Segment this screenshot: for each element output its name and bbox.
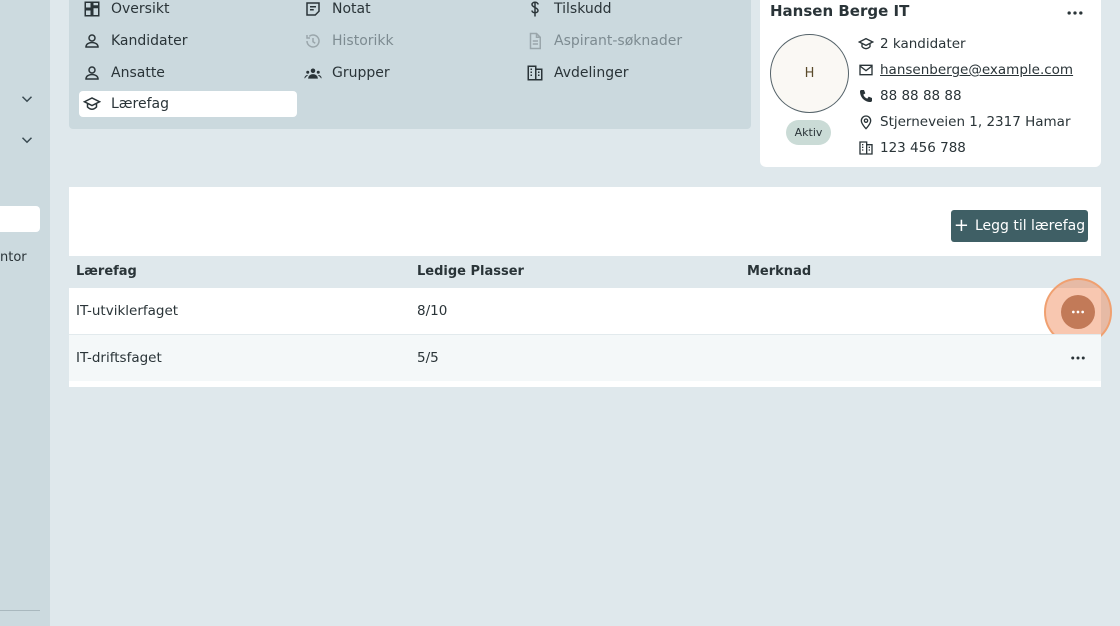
- sidebar-item-label[interactable]: ntor: [0, 250, 27, 265]
- nav-item-label: Kandidater: [111, 33, 188, 49]
- avatar: H: [770, 34, 849, 113]
- person-icon: [85, 66, 99, 80]
- nav-item-label: Grupper: [332, 65, 390, 81]
- nav-item-avdelinger[interactable]: Avdelinger: [526, 60, 628, 86]
- nav-item-label: Tilskudd: [554, 1, 612, 17]
- nav-item-label: Aspirant-søknader: [554, 33, 683, 49]
- more-options-icon: [1072, 310, 1084, 314]
- info-address: Stjerneveien 1, 2317 Hamar: [858, 112, 1071, 132]
- add-button-label: Legg til lærefag: [974, 218, 1086, 234]
- location-pin-icon: [860, 115, 872, 130]
- sidebar: ntor: [0, 0, 50, 626]
- nav-item-notat[interactable]: Notat: [304, 0, 371, 22]
- org-number: 123 456 788: [880, 140, 966, 156]
- column-header-laerefag[interactable]: Lærefag: [76, 264, 137, 279]
- sidebar-divider: [0, 610, 40, 611]
- column-header-ledige-plasser[interactable]: Ledige Plasser: [417, 264, 524, 279]
- dollar-icon: [531, 1, 539, 17]
- school-icon: [83, 97, 101, 111]
- history-icon: [306, 34, 320, 48]
- phone-icon: [860, 90, 872, 102]
- table-header: Lærefag Ledige Plasser Merknad: [69, 256, 1101, 288]
- info-org-number: 123 456 788: [858, 138, 966, 158]
- document-icon: [529, 32, 541, 50]
- cell-subject: IT-driftsfaget: [76, 350, 162, 366]
- table-row[interactable]: IT-utviklerfaget 8/10: [69, 278, 1112, 346]
- nav-item-oversikt[interactable]: Oversikt: [83, 0, 169, 22]
- dashboard-icon: [84, 1, 100, 17]
- info-candidates: 2 kandidater: [858, 34, 966, 54]
- cell-available: 5/5: [417, 350, 439, 366]
- nav-item-kandidater[interactable]: Kandidater: [83, 28, 188, 54]
- cell-available: 8/10: [417, 303, 448, 319]
- cell-subject: IT-utviklerfaget: [76, 303, 179, 319]
- school-icon: [858, 37, 874, 50]
- address: Stjerneveien 1, 2317 Hamar: [880, 114, 1071, 130]
- candidates-count: 2 kandidater: [880, 36, 966, 52]
- company-name: Hansen Berge IT: [770, 2, 910, 20]
- person-icon: [85, 34, 99, 48]
- nav-item-grupper[interactable]: Grupper: [304, 60, 390, 86]
- add-laerefag-button[interactable]: + Legg til lærefag: [951, 210, 1088, 242]
- nav-item-label: Lærefag: [111, 96, 170, 112]
- section-navigation: Oversikt Notat Tilskudd Kandidater Histo…: [69, 0, 751, 129]
- info-phone: 88 88 88 88: [858, 86, 962, 106]
- nav-item-ansatte[interactable]: Ansatte: [83, 60, 165, 86]
- phone-number: 88 88 88 88: [880, 88, 962, 104]
- more-options-icon[interactable]: [1065, 3, 1085, 23]
- nav-item-laerefag[interactable]: Lærefag: [79, 91, 297, 117]
- nav-item-label: Notat: [332, 1, 371, 17]
- table-row[interactable]: IT-driftsfaget 5/5: [69, 335, 1101, 381]
- email-link[interactable]: hansenberge@example.com: [880, 62, 1073, 78]
- company-card: Hansen Berge IT H Aktiv 2 kandidater han…: [760, 0, 1101, 167]
- nav-item-aspirant-soknader[interactable]: Aspirant-søknader: [526, 28, 682, 54]
- more-options-icon[interactable]: [1068, 349, 1088, 367]
- nav-item-label: Oversikt: [111, 1, 170, 17]
- chevron-down-icon[interactable]: [18, 90, 36, 108]
- nav-item-label: Ansatte: [111, 65, 165, 81]
- building-icon: [859, 141, 873, 155]
- chevron-down-icon[interactable]: [18, 131, 36, 149]
- avatar-letter: H: [804, 66, 815, 81]
- nav-item-historikk[interactable]: Historikk: [304, 28, 394, 54]
- laerefag-table-panel: + Legg til lærefag Lærefag Ledige Plasse…: [69, 187, 1112, 387]
- info-email: hansenberge@example.com: [858, 60, 1073, 80]
- note-icon: [306, 2, 320, 16]
- groups-icon: [304, 68, 322, 79]
- nav-item-tilskudd[interactable]: Tilskudd: [526, 0, 612, 22]
- status-badge: Aktiv: [786, 120, 831, 145]
- sidebar-item-active[interactable]: [0, 206, 40, 232]
- building-icon: [527, 65, 543, 81]
- nav-item-label: Avdelinger: [554, 65, 629, 81]
- column-header-merknad[interactable]: Merknad: [747, 264, 811, 279]
- plus-icon: +: [953, 215, 969, 236]
- mail-icon: [859, 64, 873, 76]
- nav-item-label: Historikk: [332, 33, 394, 49]
